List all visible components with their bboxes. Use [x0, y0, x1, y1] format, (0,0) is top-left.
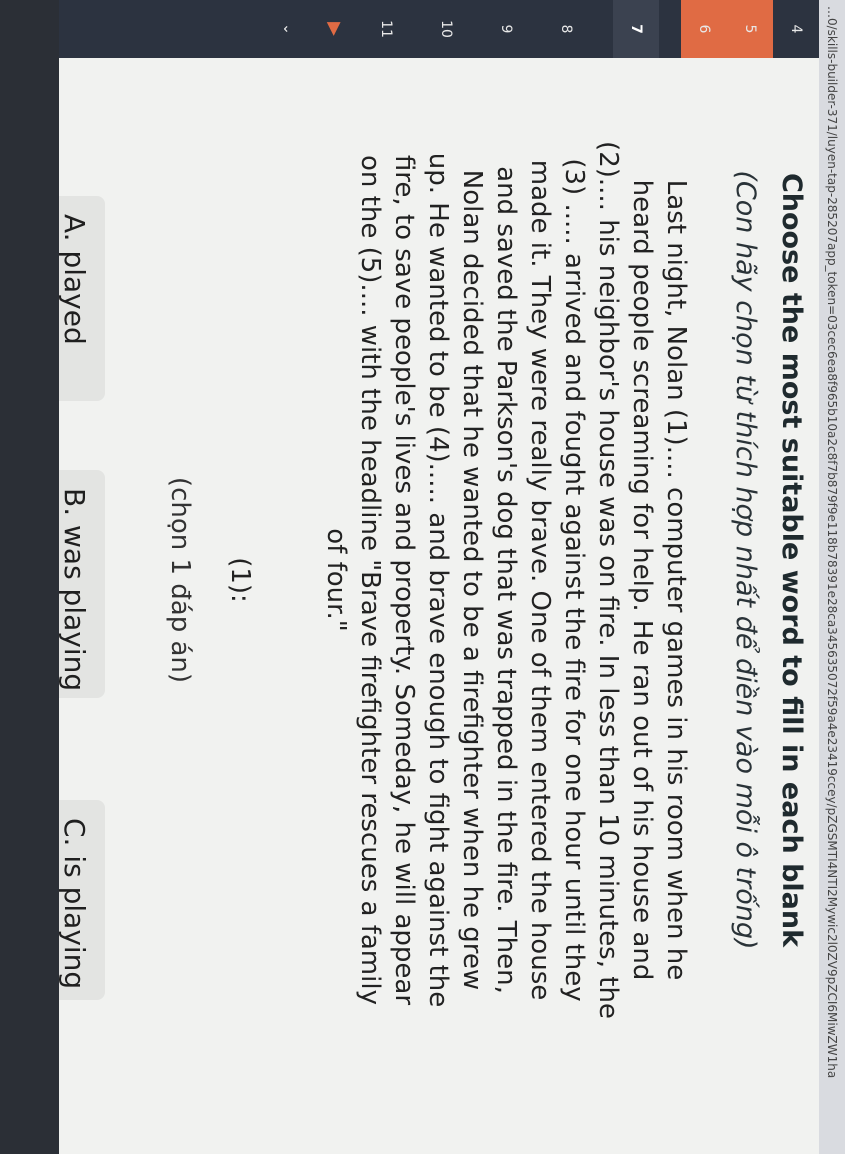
question-nav-item[interactable]: 8 — [543, 0, 589, 58]
question-nav-item[interactable]: 6 — [681, 0, 727, 58]
question-nav-item[interactable]: 5 — [727, 0, 773, 58]
passage-line: Nolan decided that he wanted to be a fir… — [457, 169, 487, 991]
instruction-title: Choose the most suitable word to fill in… — [776, 172, 807, 948]
question-nav-item[interactable]: 4 — [773, 0, 819, 58]
passage-line: on the (5).... with the headline "Brave … — [355, 155, 385, 1005]
passage-line: of four." — [321, 528, 351, 632]
reading-passage: Last night, Nolan (1).... computer games… — [319, 130, 693, 1030]
photo-viewport: …0/skills-builder-371/luyen-tap-285207ap… — [0, 0, 845, 1154]
address-bar[interactable]: …0/skills-builder-371/luyen-tap-285207ap… — [819, 0, 845, 1154]
chevron-down-icon[interactable]: ⌄ — [265, 0, 311, 58]
passage-line: and saved the Parkson's dog that was tra… — [491, 166, 521, 994]
passage-line: Last night, Nolan (1).... computer games… — [661, 179, 691, 981]
question-nav-item[interactable]: 10 — [423, 0, 469, 58]
question-label: (1): — [225, 557, 255, 603]
question-nav-item-current[interactable]: 7 — [613, 0, 659, 58]
question-nav-item[interactable]: 9 — [483, 0, 529, 58]
passage-line: heard people screaming for help. He ran … — [627, 179, 657, 981]
passage-line: (3) ..... arrived and fought against the… — [559, 158, 589, 1002]
passage-line: (2).... his neighbor's house was on fire… — [593, 141, 623, 1019]
screen: …0/skills-builder-371/luyen-tap-285207ap… — [0, 0, 845, 1154]
scroll-indicator-icon[interactable]: ▶ — [311, 0, 357, 58]
instruction-subtitle: (Con hãy chọn từ thích hợp nhất để điền … — [730, 170, 761, 950]
question-nav-rail: 4 5 6 7 8 9 10 11 ▶ ⌄ — [59, 0, 819, 58]
passage-line: made it. They were really brave. One of … — [525, 159, 555, 1001]
question-nav-item[interactable]: 11 — [363, 0, 409, 58]
passage-line: up. He wanted to be (4)..... and brave e… — [423, 152, 453, 1008]
question-hint: (chọn 1 đáp án) — [165, 476, 195, 684]
bottom-bar — [0, 0, 59, 1154]
passage-line: fire, to save people's lives and propert… — [389, 154, 419, 1006]
